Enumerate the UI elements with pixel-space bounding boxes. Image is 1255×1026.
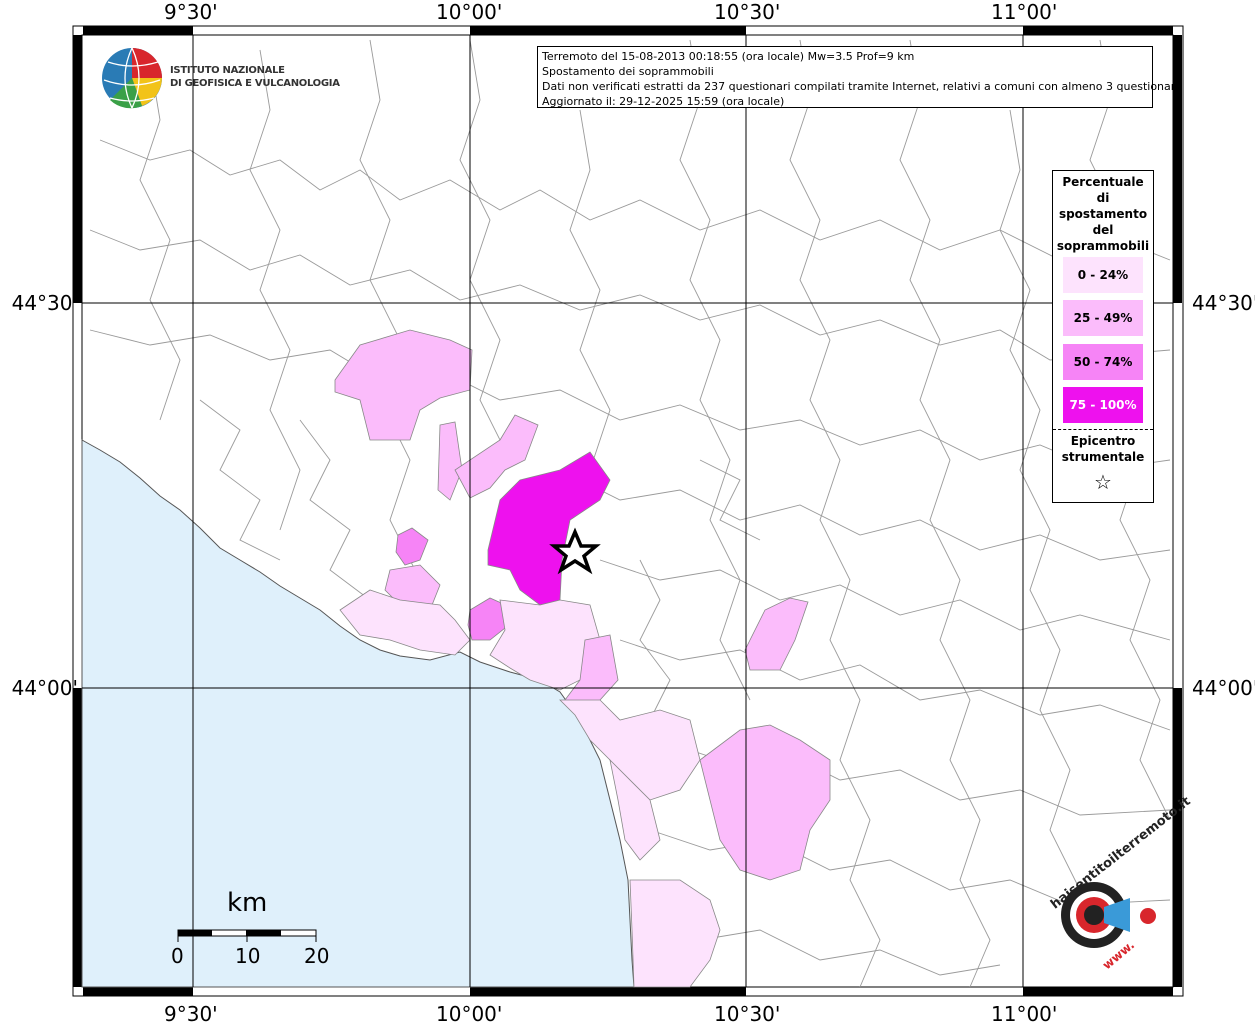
lat-label-left-1: 44°30' (11, 291, 78, 315)
ingv-line2: DI GEOFISICA E VULCANOLOGIA (170, 78, 340, 89)
data-note: Dati non verificati estratti da 237 ques… (542, 80, 1182, 93)
ingv-line1: ISTITUTO NAZIONALE (170, 65, 285, 76)
scale-unit: km (227, 888, 268, 918)
lat-label-right-1: 44°30' (1192, 291, 1255, 315)
lon-label-bottom-2: 10°00' (436, 1002, 503, 1026)
legend-epicentre-line1: Epicentro (1070, 434, 1136, 448)
event-info-box: Terremoto del 15-08-2013 00:18:55 (ora l… (537, 46, 1182, 108)
legend-title-line: soprammobili (1056, 239, 1150, 253)
legend-title: Percentuale di spostamento del soprammob… (1053, 174, 1153, 254)
lon-label-top-3: 10°30' (714, 0, 781, 24)
ingv-logo (102, 47, 162, 109)
lat-label-right-2: 44°00' (1192, 676, 1255, 700)
legend-title-line: di (1096, 191, 1110, 205)
legend-title-line: spostamento (1058, 207, 1148, 221)
scale-label-20: 20 (304, 944, 330, 968)
legend-item-0-24: 0 - 24% (1063, 257, 1143, 293)
lon-label-top-2: 10°00' (436, 0, 503, 24)
scale-label-0: 0 (171, 944, 184, 968)
lat-label-left-2: 44°00' (11, 676, 78, 700)
legend-star-icon: ☆ (1094, 470, 1112, 494)
lon-label-bottom-4: 11°00' (991, 1002, 1058, 1026)
lon-label-top-4: 11°00' (991, 0, 1058, 24)
lon-label-top-1: 9°30' (164, 0, 218, 24)
legend-epicentre-line2: strumentale (1061, 450, 1145, 464)
legend-title-line: del (1092, 223, 1114, 237)
legend-item-50-74: 50 - 74% (1063, 344, 1143, 380)
legend-divider (1053, 429, 1153, 430)
map-subject: Spostamento dei soprammobili (542, 65, 714, 78)
scale-label-10: 10 (235, 944, 261, 968)
legend-item-25-49: 25 - 49% (1063, 300, 1143, 336)
update-date: Aggiornato il: 29-12-2025 15:59 (ora loc… (542, 95, 785, 108)
legend-item-75-100: 75 - 100% (1063, 387, 1143, 423)
legend-epicentre-label: Epicentro strumentale (1053, 433, 1153, 465)
event-title: Terremoto del 15-08-2013 00:18:55 (ora l… (542, 50, 915, 63)
legend: Percentuale di spostamento del soprammob… (1052, 170, 1154, 503)
lon-label-bottom-3: 10°30' (714, 1002, 781, 1026)
lon-label-bottom-1: 9°30' (164, 1002, 218, 1026)
legend-title-line: Percentuale (1062, 175, 1144, 189)
ingv-name: ISTITUTO NAZIONALE DI GEOFISICA E VULCAN… (170, 64, 340, 90)
intensity-map (72, 25, 1184, 997)
